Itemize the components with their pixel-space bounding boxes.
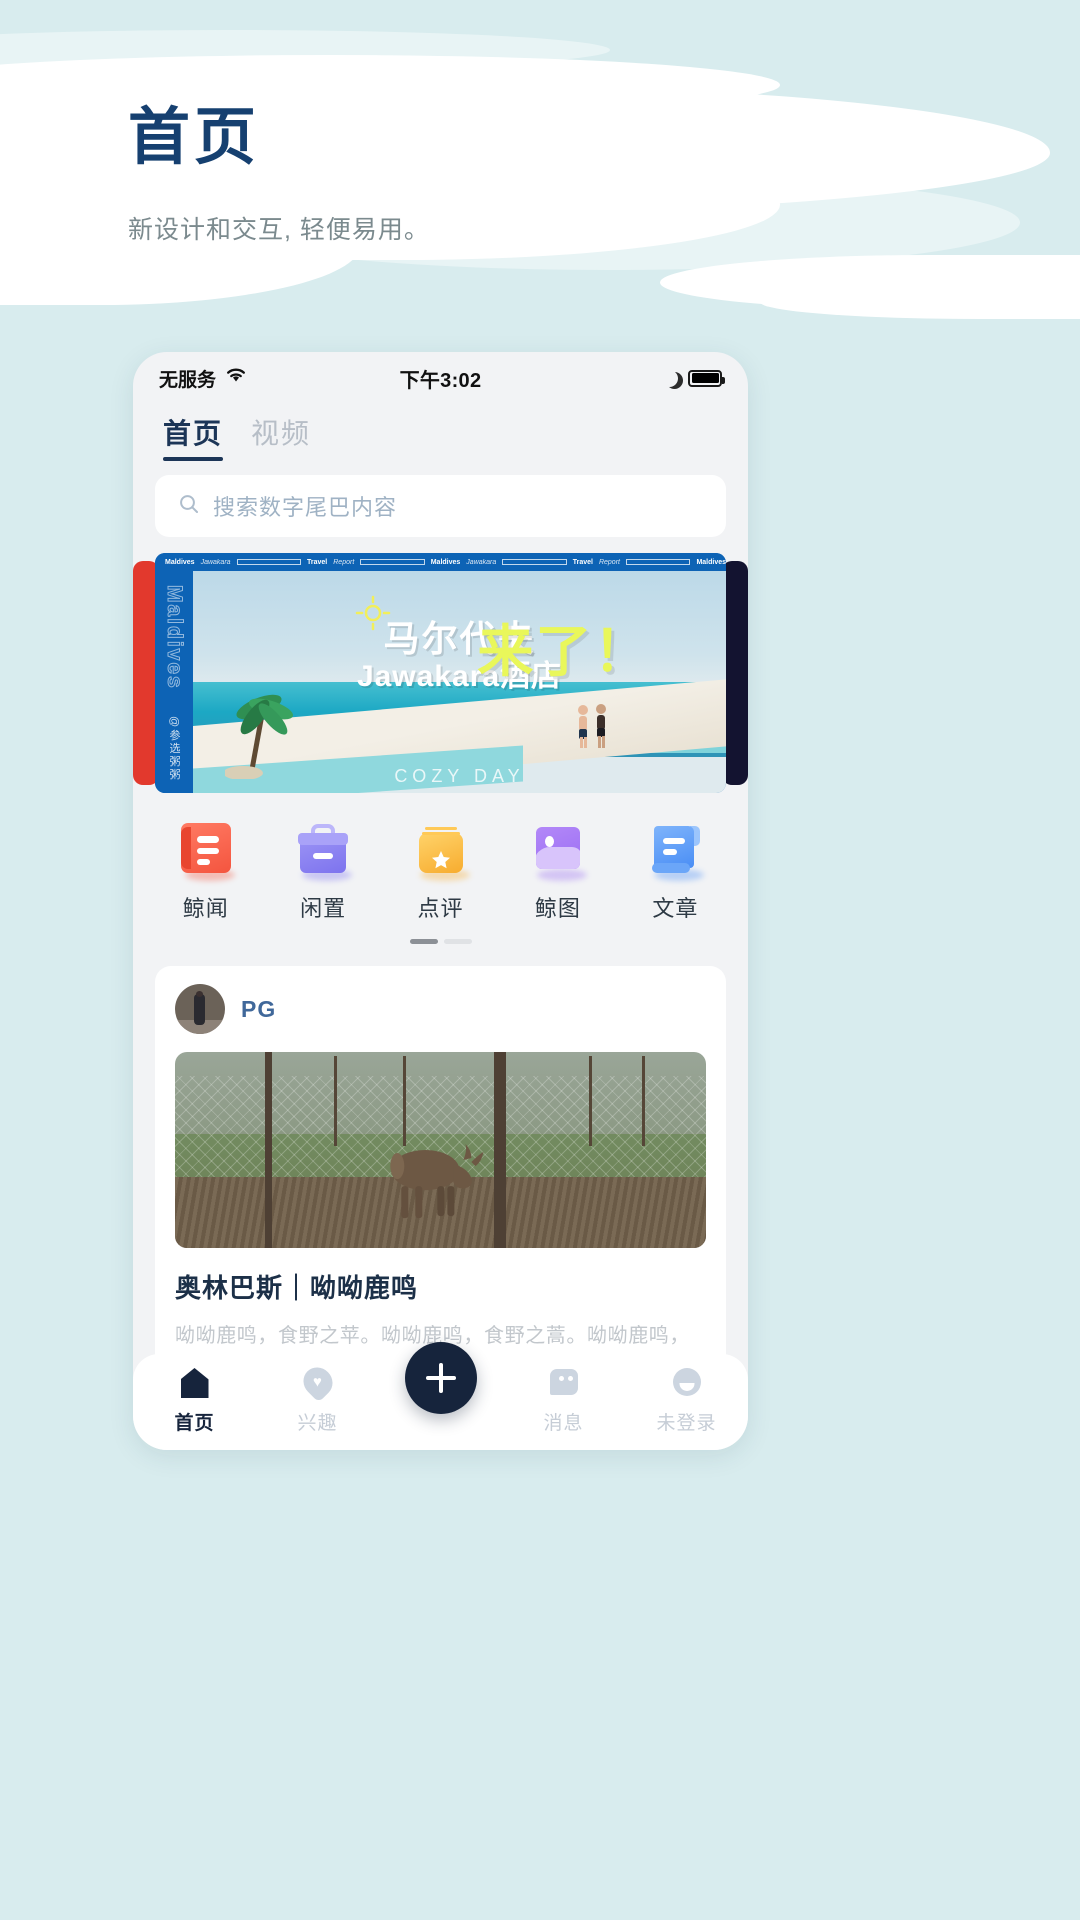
post-author[interactable]: PG xyxy=(175,984,706,1034)
nav-item-home[interactable]: 首页 xyxy=(133,1366,256,1435)
banner-side-text: Maldives xyxy=(163,585,187,691)
banner-slide-maldives[interactable]: Maldives Jawakara Travel Report Maldives… xyxy=(155,553,726,793)
beach-walkers-illustration xyxy=(578,703,607,748)
page-title: 首页 xyxy=(128,103,261,172)
status-time: 下午3:02 xyxy=(399,369,482,392)
quick-link-news[interactable]: 鲸闻 xyxy=(147,823,264,923)
ticker-item: Travel xyxy=(572,558,593,566)
nav-item-messages[interactable]: 消息 xyxy=(502,1366,625,1435)
gallery-icon xyxy=(533,823,587,881)
quick-link-idle[interactable]: 闲置 xyxy=(264,823,381,923)
avatar[interactable] xyxy=(175,984,225,1034)
user-icon xyxy=(669,1366,705,1400)
phone-mockup: 无服务 下午3:02 首页 视频 搜索数字尾巴内容 Maldives Jawak… xyxy=(133,352,748,1450)
bottom-navigation: 首页 ♥ 兴趣 消息 未登录 xyxy=(133,1342,748,1450)
page-subtitle: 新设计和交互, 轻便易用。 xyxy=(128,216,430,245)
banner-ticker: Maldives Jawakara Travel Report Maldives… xyxy=(155,553,726,571)
quick-link-label: 鲸图 xyxy=(534,896,581,921)
star-jar-icon xyxy=(416,823,470,881)
article-icon xyxy=(650,823,705,881)
tab-home[interactable]: 首页 xyxy=(163,412,224,461)
search-placeholder: 搜索数字尾巴内容 xyxy=(213,495,398,520)
quick-link-label: 点评 xyxy=(417,896,464,921)
banner-carousel[interactable]: Maldives Jawakara Travel Report Maldives… xyxy=(133,553,748,793)
home-icon xyxy=(177,1366,213,1400)
quick-link-article[interactable]: 文章 xyxy=(617,823,734,923)
ticker-item: Maldives xyxy=(165,558,195,566)
quick-links-grid: 鲸闻 闲置 点评 鲸图 文章 xyxy=(133,793,748,929)
carrier-label: 无服务 xyxy=(159,369,217,391)
wifi-icon xyxy=(225,367,247,389)
ticker-item: Report xyxy=(333,558,355,566)
ticker-item: Travel xyxy=(307,558,328,566)
ticker-item: Jawakara xyxy=(200,558,231,566)
battery-icon xyxy=(688,369,726,387)
quick-link-gallery[interactable]: 鲸图 xyxy=(499,823,616,923)
post-title: 奥林巴斯｜呦呦鹿鸣 xyxy=(175,1273,419,1303)
search-input[interactable]: 搜索数字尾巴内容 xyxy=(155,475,726,537)
banner-highlight-text: 来了！ xyxy=(477,619,652,683)
quick-links-pagination xyxy=(133,929,748,944)
nav-item-account[interactable]: 未登录 xyxy=(625,1366,748,1435)
pagination-dot[interactable] xyxy=(409,939,438,944)
post-photo[interactable] xyxy=(175,1052,706,1248)
moon-icon xyxy=(661,370,678,387)
content-tabs: 首页 视频 xyxy=(133,404,748,461)
banner-sidebar: Maldives @参选粥粥 xyxy=(155,571,193,793)
nav-label: 未登录 xyxy=(656,1413,717,1434)
quick-link-review[interactable]: 点评 xyxy=(382,823,499,923)
heart-pin-icon: ♥ xyxy=(296,1361,339,1403)
create-post-fab[interactable] xyxy=(404,1342,477,1414)
message-icon xyxy=(546,1366,582,1400)
page-header: 首页 新设计和交互, 轻便易用。 xyxy=(128,103,430,246)
news-icon xyxy=(180,823,235,881)
quick-link-label: 闲置 xyxy=(300,896,347,921)
ticker-item: Jawakara xyxy=(466,558,497,566)
status-bar: 无服务 下午3:02 xyxy=(133,352,748,404)
banner-author-handle: @参选粥粥 xyxy=(168,715,180,781)
nav-item-interest[interactable]: ♥ 兴趣 xyxy=(256,1361,379,1435)
post-author-name: PG xyxy=(241,995,277,1022)
nav-label: 消息 xyxy=(543,1413,584,1434)
quick-link-label: 文章 xyxy=(652,896,699,921)
tab-video[interactable]: 视频 xyxy=(251,412,311,461)
banner-photo: 马尔代夫 Jawakara酒店 来了！ COZY DAY xyxy=(193,571,726,793)
banner-footer-text: COZY DAY xyxy=(394,766,525,786)
ticker-item: Maldives xyxy=(696,558,726,566)
ticker-item: Maldives xyxy=(430,558,461,566)
pagination-dot[interactable] xyxy=(443,939,472,944)
nav-label: 兴趣 xyxy=(297,1413,338,1434)
box-icon xyxy=(298,823,353,881)
ticker-item: Report xyxy=(598,558,620,566)
deer-illustration xyxy=(389,1144,483,1219)
quick-link-label: 鲸闻 xyxy=(182,896,229,921)
nav-label: 首页 xyxy=(174,1413,215,1434)
search-icon xyxy=(177,492,201,521)
